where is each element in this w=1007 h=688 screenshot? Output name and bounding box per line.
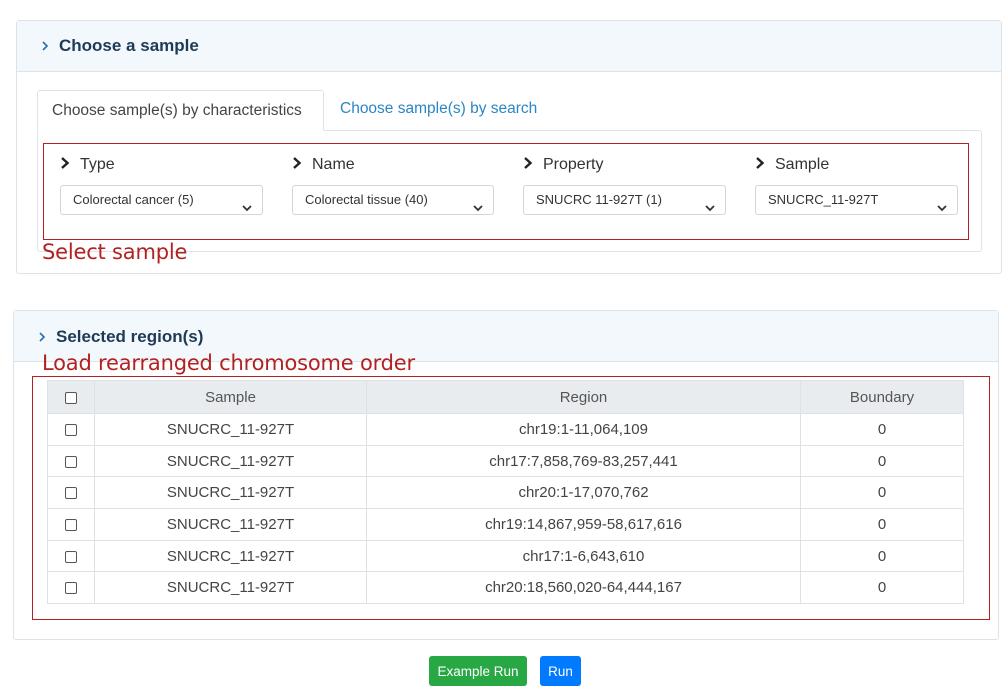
row-select-cell bbox=[47, 571, 95, 605]
row-sample: SNUCRC_11-927T bbox=[94, 413, 367, 446]
row-boundary: 0 bbox=[800, 508, 964, 541]
row-region: chr17:7,858,769-83,257,441 bbox=[366, 444, 801, 478]
choose-sample-header[interactable]: Choose a sample bbox=[17, 21, 1001, 72]
sample-label: Sample bbox=[755, 156, 829, 175]
chevron-right-icon bbox=[292, 156, 306, 175]
chevron-down-icon bbox=[241, 195, 253, 223]
select-all-checkbox[interactable] bbox=[65, 391, 77, 404]
row-region: chr19:1-11,064,109 bbox=[366, 413, 801, 446]
choose-sample-title: Choose a sample bbox=[59, 36, 199, 55]
row-boundary: 0 bbox=[800, 476, 964, 510]
select-sample-annotation: Select sample bbox=[42, 240, 188, 264]
row-checkbox[interactable] bbox=[65, 518, 77, 531]
property-label: Property bbox=[523, 156, 603, 175]
row-checkbox[interactable] bbox=[65, 455, 77, 468]
chevron-right-icon bbox=[38, 331, 46, 343]
table-row: SNUCRC_11-927T chr19:1-11,064,109 0 bbox=[47, 413, 964, 446]
row-boundary: 0 bbox=[800, 444, 964, 478]
chevron-down-icon bbox=[704, 195, 716, 223]
table-row: SNUCRC_11-927T chr17:1-6,643,610 0 bbox=[47, 539, 964, 573]
row-checkbox[interactable] bbox=[65, 582, 77, 595]
row-region: chr20:1-17,070,762 bbox=[366, 476, 801, 510]
row-boundary: 0 bbox=[800, 539, 964, 573]
type-select[interactable]: Colorectal cancer (5) bbox=[60, 185, 263, 215]
row-checkbox[interactable] bbox=[65, 487, 77, 500]
column-header-sample: Sample bbox=[94, 380, 367, 414]
row-sample: SNUCRC_11-927T bbox=[94, 571, 367, 605]
tab-by-characteristics[interactable]: Choose sample(s) by characteristics bbox=[37, 90, 324, 131]
chevron-right-icon bbox=[523, 156, 537, 175]
row-checkbox[interactable] bbox=[65, 550, 77, 563]
type-label: Type bbox=[60, 156, 115, 175]
sample-select[interactable]: SNUCRC_11-927T bbox=[755, 185, 958, 215]
load-order-annotation: Load rearranged chromosome order bbox=[42, 351, 415, 375]
row-select-cell bbox=[47, 413, 95, 446]
chevron-right-icon bbox=[41, 40, 49, 52]
chevron-down-icon bbox=[936, 195, 948, 223]
name-select[interactable]: Colorectal tissue (40) bbox=[292, 185, 494, 215]
column-header-region: Region bbox=[366, 380, 801, 414]
table-row: SNUCRC_11-927T chr17:7,858,769-83,257,44… bbox=[47, 444, 964, 478]
property-select[interactable]: SNUCRC 11-927T (1) bbox=[523, 185, 726, 215]
tab-by-search[interactable]: Choose sample(s) by search bbox=[340, 100, 537, 118]
row-boundary: 0 bbox=[800, 413, 964, 446]
chevron-down-icon bbox=[472, 195, 484, 223]
chevron-right-icon bbox=[755, 156, 769, 175]
row-sample: SNUCRC_11-927T bbox=[94, 539, 367, 573]
row-select-cell bbox=[47, 444, 95, 478]
row-sample: SNUCRC_11-927T bbox=[94, 476, 367, 510]
row-select-cell bbox=[47, 476, 95, 510]
column-header-boundary: Boundary bbox=[800, 380, 964, 414]
row-region: chr17:1-6,643,610 bbox=[366, 539, 801, 573]
row-sample: SNUCRC_11-927T bbox=[94, 508, 367, 541]
selected-regions-title: Selected region(s) bbox=[56, 327, 204, 346]
table-row: SNUCRC_11-927T chr20:1-17,070,762 0 bbox=[47, 476, 964, 510]
row-region: chr20:18,560,020-64,444,167 bbox=[366, 571, 801, 605]
table-row: SNUCRC_11-927T chr19:14,867,959-58,617,6… bbox=[47, 508, 964, 541]
regions-table: Sample Region Boundary SNUCRC_11-927T ch… bbox=[47, 380, 964, 605]
chevron-right-icon bbox=[60, 156, 74, 175]
example-run-button[interactable]: Example Run bbox=[429, 656, 527, 686]
row-select-cell bbox=[47, 539, 95, 573]
row-checkbox[interactable] bbox=[65, 423, 77, 436]
row-sample: SNUCRC_11-927T bbox=[94, 444, 367, 478]
run-button[interactable]: Run bbox=[540, 656, 581, 686]
table-header-row: Sample Region Boundary bbox=[47, 380, 964, 414]
row-boundary: 0 bbox=[800, 571, 964, 605]
table-row: SNUCRC_11-927T chr20:18,560,020-64,444,1… bbox=[47, 571, 964, 605]
select-all-cell bbox=[47, 380, 95, 414]
name-label: Name bbox=[292, 156, 355, 175]
row-region: chr19:14,867,959-58,617,616 bbox=[366, 508, 801, 541]
row-select-cell bbox=[47, 508, 95, 541]
